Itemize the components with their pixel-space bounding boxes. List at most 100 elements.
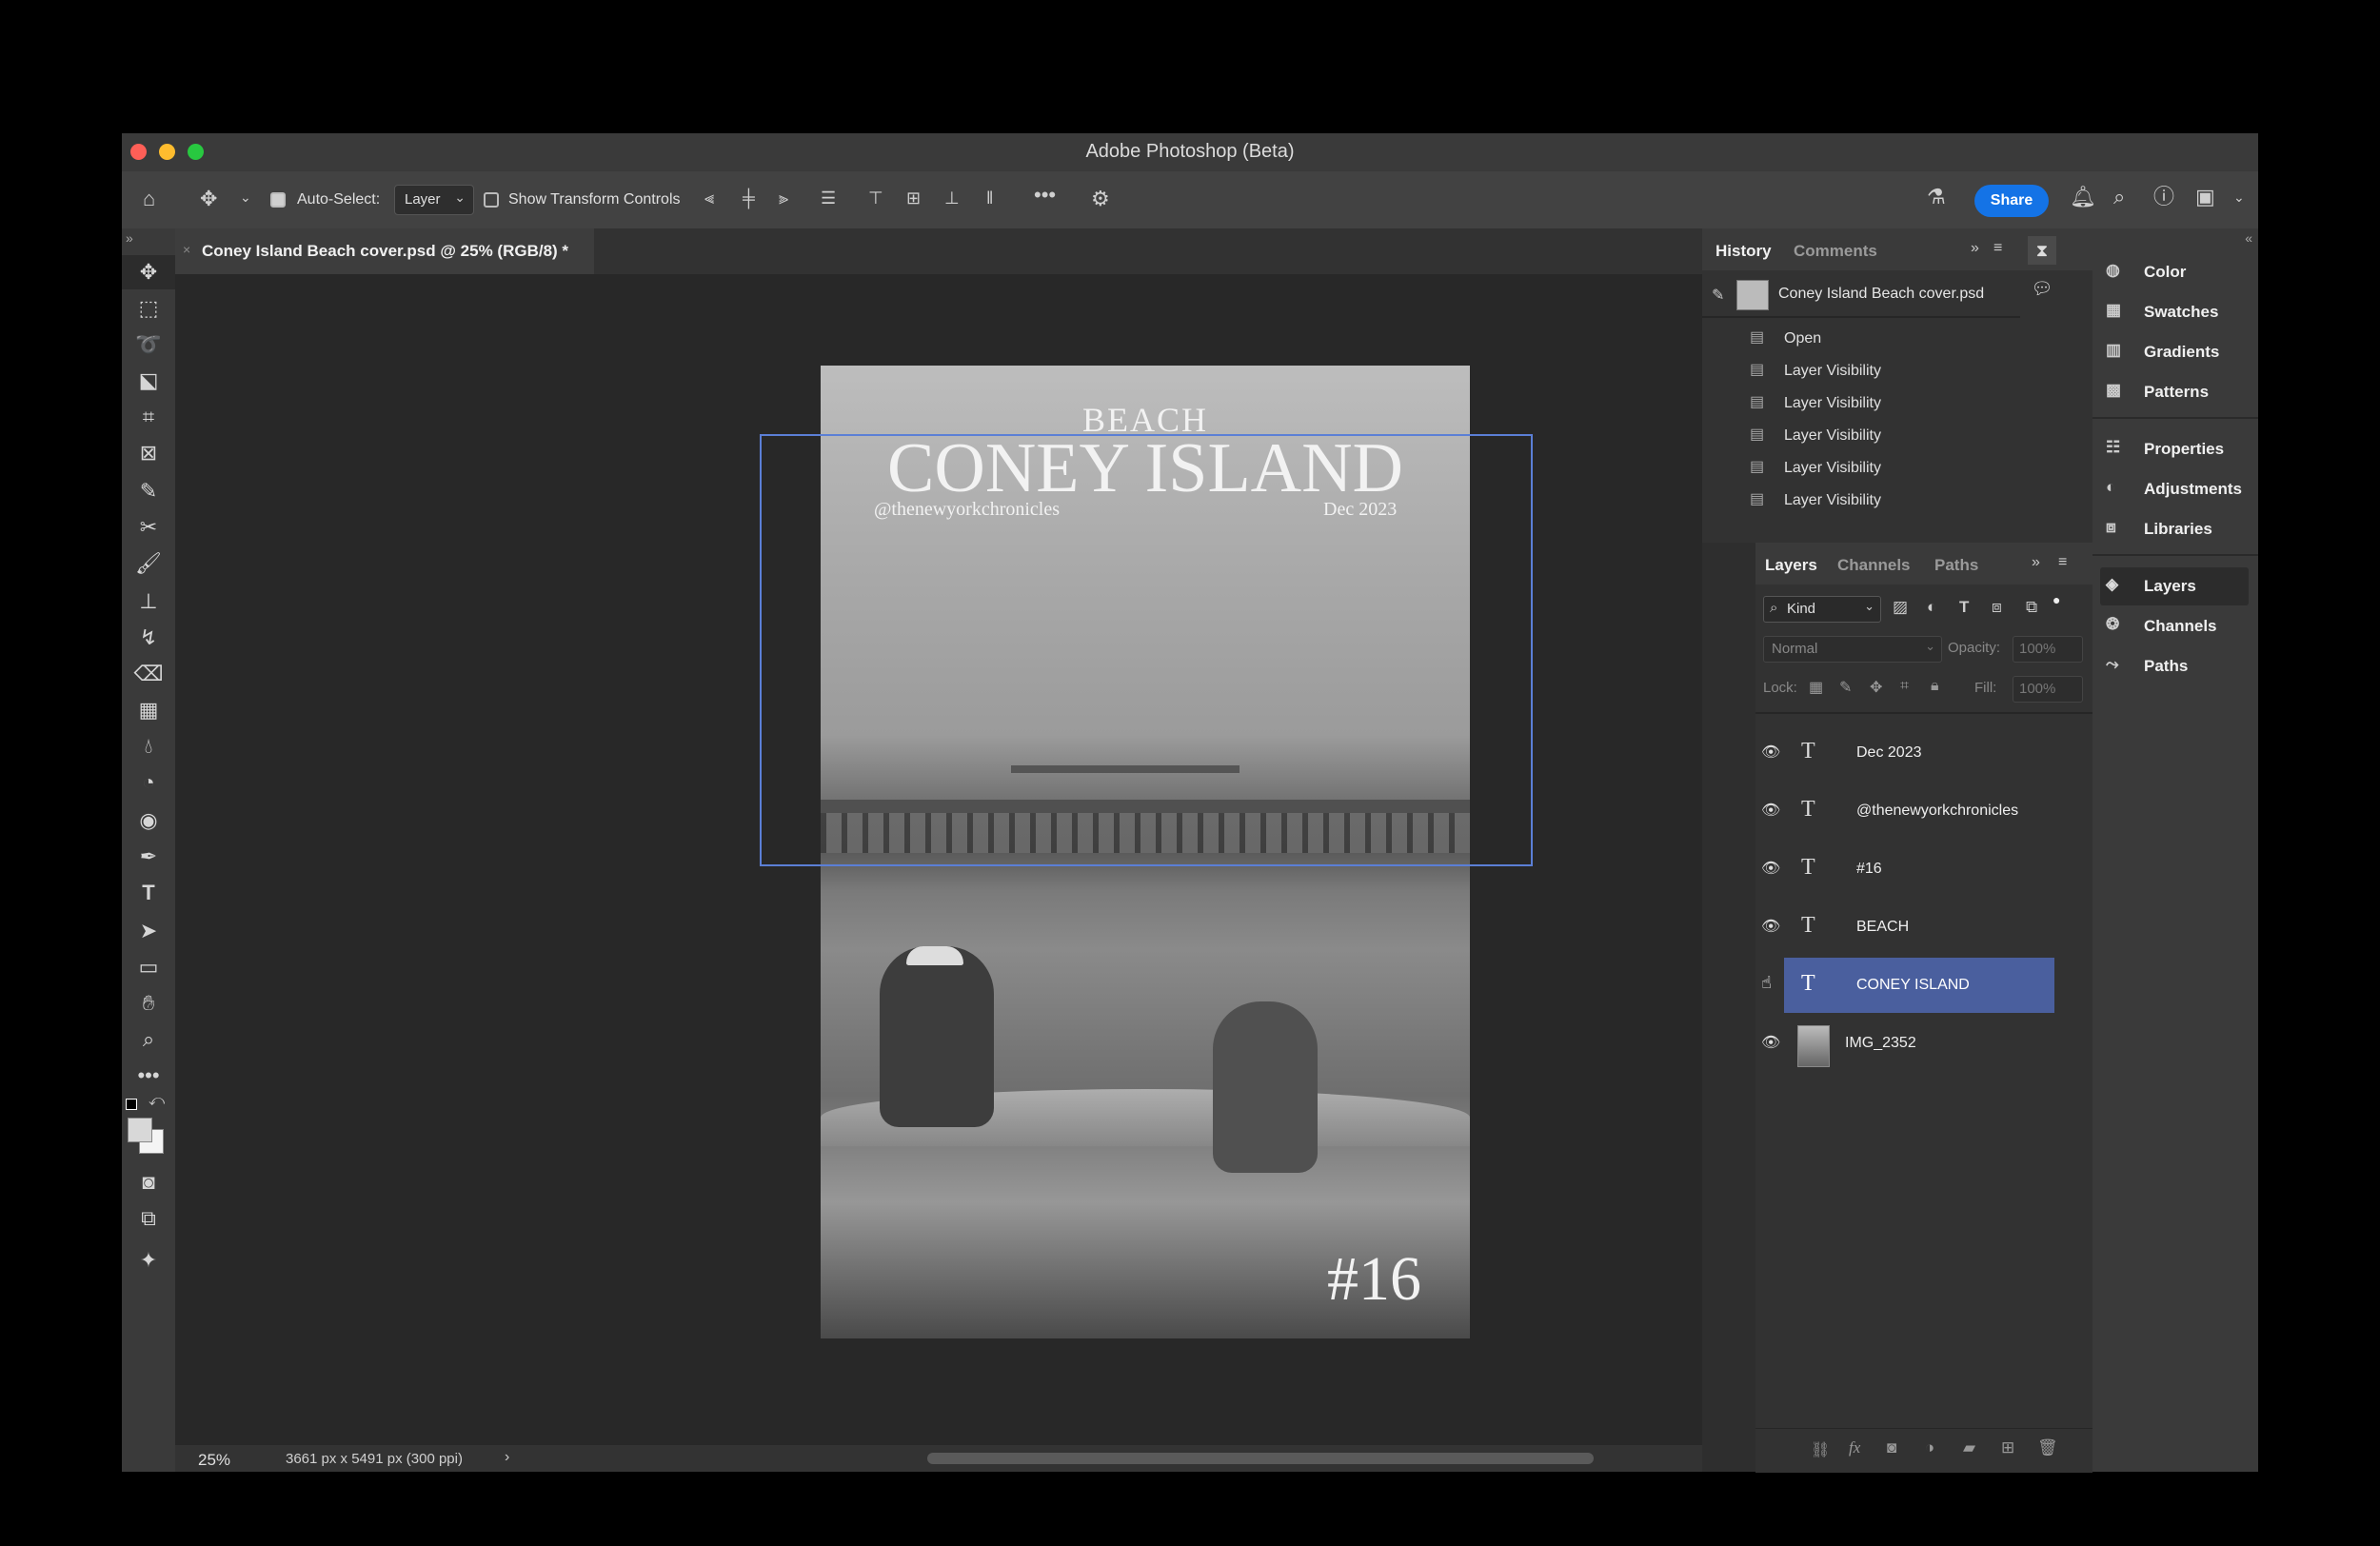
blur-tool[interactable]: 💧︎: [122, 729, 175, 763]
tab-layers[interactable]: Layers: [1765, 556, 1817, 575]
distribute-vertical-icon[interactable]: ‖: [986, 189, 993, 207]
dock-patterns[interactable]: ▩ Patterns: [2092, 373, 2258, 411]
object-selection-tool[interactable]: ⬕: [122, 364, 175, 398]
align-bottom-icon[interactable]: ⊥: [944, 189, 960, 207]
move-tool[interactable]: ✥: [122, 255, 175, 289]
pen-tool[interactable]: ✒: [122, 840, 175, 874]
gear-icon[interactable]: ⚙: [1091, 188, 1110, 209]
distribute-icon[interactable]: ☰: [821, 189, 836, 207]
new-group-icon[interactable]: ▰: [1963, 1438, 1975, 1457]
layer-row-selected[interactable]: ☝︎ T CONEY ISLAND: [1755, 958, 2070, 1013]
layer-bounding-box[interactable]: [760, 434, 1533, 866]
default-colors-icon[interactable]: [126, 1099, 137, 1110]
dock-libraries[interactable]: ⧈ Libraries: [2092, 510, 2258, 548]
dock-paths[interactable]: ⤳ Paths: [2092, 647, 2258, 685]
dodge-tool[interactable]: ◔: [122, 765, 175, 800]
more-options-icon[interactable]: •••: [1034, 185, 1056, 206]
filter-pixel-icon[interactable]: ▨: [1893, 598, 1908, 617]
history-item[interactable]: ▤ Layer Visibility: [1702, 386, 2020, 419]
beta-flask-icon[interactable]: ⚗: [1927, 187, 1946, 208]
lock-all-icon[interactable]: 🔒︎: [1931, 678, 1939, 695]
collapse-toolbar-icon[interactable]: »: [126, 230, 133, 246]
history-item[interactable]: ▤ Layer Visibility: [1702, 451, 2020, 484]
history-brush-tool[interactable]: ↯: [122, 621, 175, 655]
filter-toggle-icon[interactable]: ●: [2053, 592, 2060, 607]
lock-position-icon[interactable]: ✥: [1870, 678, 1882, 697]
panel-menu-icon[interactable]: ≡: [2058, 554, 2067, 571]
visibility-eye-icon[interactable]: 👁︎: [1761, 859, 1780, 878]
zoom-tool[interactable]: ⌕: [122, 1022, 175, 1057]
dock-channels[interactable]: ❂ Channels: [2092, 607, 2258, 645]
panel-expand-icon[interactable]: »: [1971, 240, 1979, 257]
history-item[interactable]: ▤ Layer Visibility: [1702, 354, 2020, 386]
fx-icon[interactable]: fx: [1849, 1438, 1860, 1457]
tab-history[interactable]: History: [1716, 242, 1772, 261]
lock-transparency-icon[interactable]: ▦: [1809, 678, 1823, 697]
dock-layers[interactable]: ◈ Layers: [2100, 567, 2249, 605]
frame-tool[interactable]: ⊠: [122, 436, 175, 470]
swap-colors-icon[interactable]: ⤺: [149, 1093, 165, 1110]
bell-icon[interactable]: 🔔︎: [2070, 187, 2096, 208]
type-tool[interactable]: T: [122, 876, 175, 910]
history-item[interactable]: ▤ Open: [1702, 322, 2020, 354]
move-tool-icon[interactable]: ✥: [200, 188, 217, 209]
tab-paths[interactable]: Paths: [1934, 556, 1978, 575]
layer-row[interactable]: 👁︎ T Dec 2023: [1755, 725, 2070, 781]
lasso-tool[interactable]: ➰: [122, 327, 175, 362]
align-right-icon[interactable]: ⫸: [779, 189, 788, 207]
eraser-tool[interactable]: ⌫: [122, 657, 175, 691]
visibility-eye-icon[interactable]: 👁︎: [1761, 1033, 1780, 1052]
workspace-chevron-icon[interactable]: ⌄: [2233, 190, 2245, 204]
panel-menu-icon[interactable]: ≡: [1993, 240, 2002, 257]
crop-tool[interactable]: ⌗: [122, 400, 175, 434]
screen-mode-icon[interactable]: ⧉: [122, 1201, 175, 1236]
share-button[interactable]: Share: [1974, 185, 2049, 217]
smudge-tool[interactable]: ◉: [122, 803, 175, 838]
brush-tool[interactable]: 🖌︎: [122, 546, 175, 581]
align-left-icon[interactable]: ⫷: [704, 189, 714, 207]
tab-channels[interactable]: Channels: [1837, 556, 1911, 575]
align-center-icon[interactable]: ╪: [743, 189, 755, 207]
align-top-icon[interactable]: ⊤: [868, 189, 883, 207]
gradient-tool[interactable]: ▦: [122, 693, 175, 727]
lock-pixels-icon[interactable]: ✎: [1839, 678, 1852, 697]
filter-type-icon[interactable]: T: [1959, 598, 1969, 617]
visibility-eye-icon[interactable]: 👁︎: [1761, 801, 1780, 820]
search-icon[interactable]: ⌕: [2113, 187, 2125, 208]
path-selection-tool[interactable]: ➤: [122, 914, 175, 948]
collapse-dock-icon[interactable]: «: [2245, 230, 2252, 246]
visibility-eye-icon[interactable]: 👁︎: [1761, 917, 1780, 936]
marquee-tool[interactable]: ⬚: [122, 291, 175, 326]
clone-stamp-tool[interactable]: ⊥: [122, 585, 175, 619]
align-middle-icon[interactable]: ⊞: [906, 189, 921, 207]
filter-smart-object-icon[interactable]: ⧉: [2026, 598, 2037, 617]
opacity-field[interactable]: 100%: [2013, 636, 2083, 663]
new-layer-icon[interactable]: ⊞: [2001, 1438, 2014, 1457]
document-tab[interactable]: × Coney Island Beach cover.psd @ 25% (RG…: [175, 228, 594, 274]
rectangle-tool[interactable]: ▭: [122, 950, 175, 984]
layer-row[interactable]: 👁︎ T @thenewyorkchronicles: [1755, 783, 2070, 839]
hand-tool[interactable]: ✋︎: [122, 986, 175, 1021]
canvas-area[interactable]: BEACH CONEY ISLAND @thenewyorkchronicles…: [175, 274, 1822, 1445]
home-icon[interactable]: ⌂: [143, 188, 155, 209]
history-dock-icon[interactable]: ⧗: [2028, 236, 2056, 265]
adjustment-layer-icon[interactable]: ◑: [1925, 1438, 1934, 1457]
hand-cursor-icon[interactable]: ☝︎: [1761, 973, 1772, 993]
status-chevron-icon[interactable]: ›: [505, 1449, 509, 1466]
history-item[interactable]: ▤ Layer Visibility: [1702, 484, 2020, 516]
fill-field[interactable]: 100%: [2013, 676, 2083, 703]
layer-filter-dropdown[interactable]: ⌕ Kind ⌄: [1763, 596, 1881, 623]
generative-icon[interactable]: ✦: [122, 1243, 175, 1278]
workspace-icon[interactable]: ▣: [2195, 187, 2215, 208]
layer-row[interactable]: 👁︎ IMG_2352: [1755, 1016, 2070, 1071]
comments-dock-icon[interactable]: 💬︎: [2028, 274, 2056, 303]
dock-adjustments[interactable]: ◐ Adjustments: [2092, 470, 2258, 508]
auto-select-dropdown[interactable]: Layer ⌄: [394, 185, 474, 215]
eyedropper-tool[interactable]: ✎: [122, 474, 175, 508]
panel-expand-icon[interactable]: »: [2032, 554, 2040, 571]
tab-comments[interactable]: Comments: [1794, 242, 1877, 261]
help-icon[interactable]: ⓘ: [2153, 187, 2174, 208]
tool-preset-chevron-icon[interactable]: ⌄: [240, 190, 251, 204]
delete-layer-icon[interactable]: 🗑︎: [2037, 1438, 2058, 1457]
zoom-level[interactable]: 25%: [198, 1451, 230, 1470]
